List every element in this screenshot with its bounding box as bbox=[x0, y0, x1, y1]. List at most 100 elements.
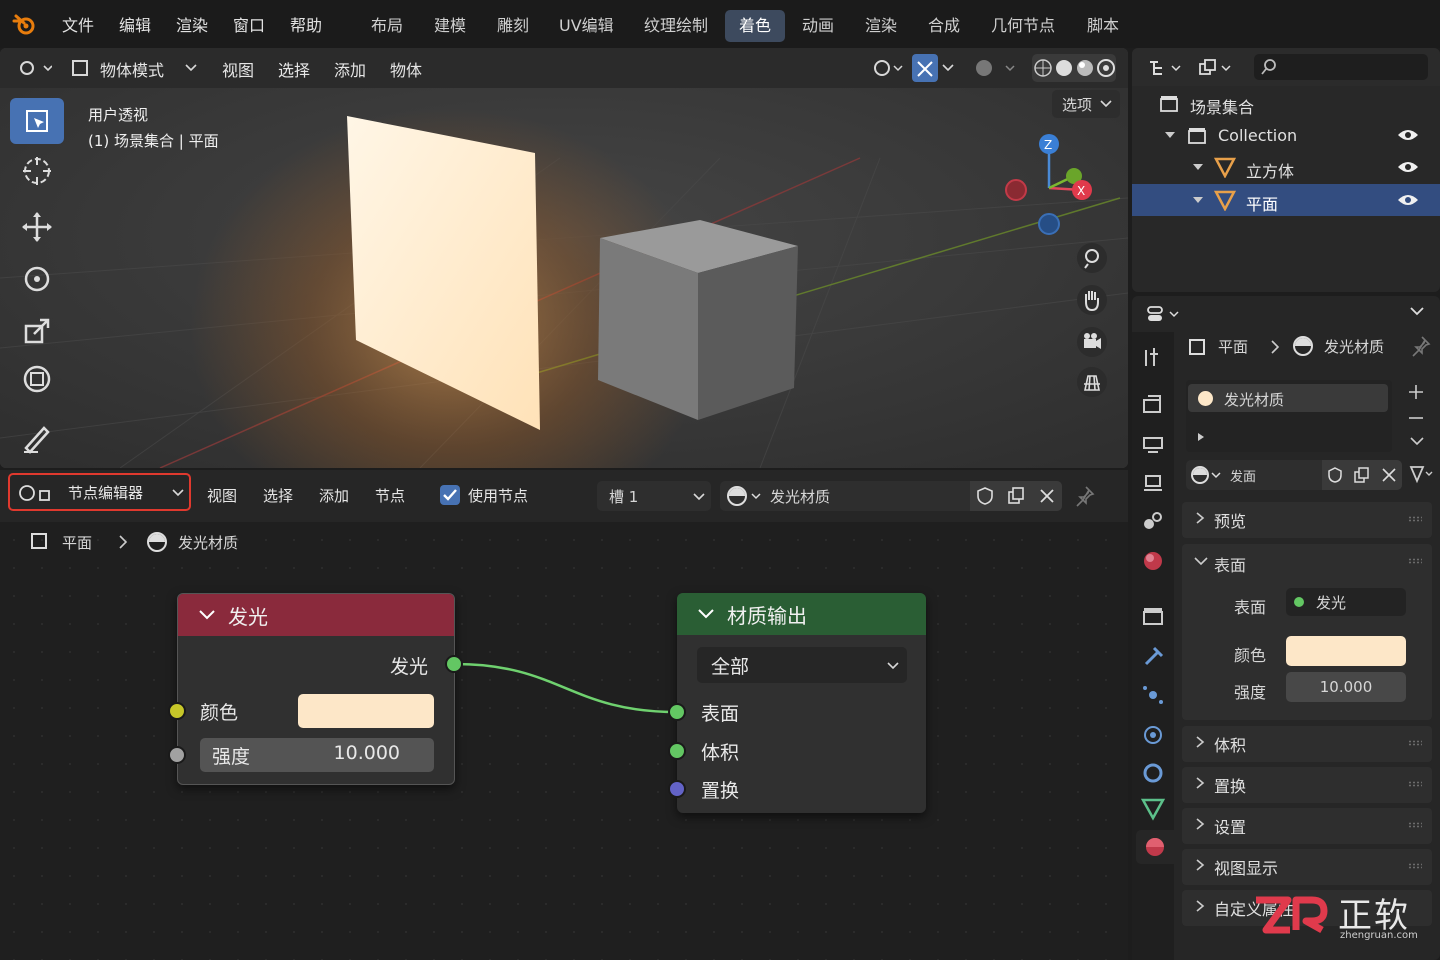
outliner-editor-icon[interactable] bbox=[1146, 56, 1184, 80]
physics-tab-icon[interactable] bbox=[1140, 722, 1166, 748]
scale-tool[interactable] bbox=[10, 308, 64, 354]
3d-viewport[interactable]: 物体模式 视图 选择 添加 物体 选项 用户透视 (1) 场景集合 | 平面 Z… bbox=[0, 48, 1128, 468]
tab-layout[interactable]: 布局 bbox=[357, 10, 417, 42]
viewport-menu-object[interactable]: 物体 bbox=[390, 57, 422, 81]
drag-grip-icon[interactable] bbox=[1408, 558, 1422, 564]
datablock-name[interactable]: 发面 bbox=[1230, 466, 1256, 485]
viewport-menu-view[interactable]: 视图 bbox=[222, 57, 254, 81]
emission-node[interactable]: 发光 发光 颜色 强度 10.000 bbox=[177, 593, 455, 785]
list-expand-arrow-icon[interactable] bbox=[1196, 432, 1206, 442]
surface-shader-field[interactable]: 发光 bbox=[1286, 588, 1406, 616]
properties-editor-icon[interactable] bbox=[1144, 302, 1184, 326]
drag-grip-icon[interactable] bbox=[1408, 822, 1422, 828]
material-slot-row[interactable]: 发光材质 bbox=[1188, 384, 1388, 412]
close-icon[interactable] bbox=[1380, 466, 1398, 484]
props-color-swatch[interactable] bbox=[1286, 636, 1406, 666]
outliner-search-input[interactable] bbox=[1254, 54, 1428, 80]
link-mode-icon[interactable] bbox=[1408, 464, 1434, 486]
chevron-down-icon[interactable] bbox=[697, 608, 715, 620]
surface-input-socket[interactable] bbox=[668, 703, 686, 721]
properties-editor[interactable]: 平面 发光材质 发光材质 发面 预览 表面 表面 发光 颜色 强度 10.000… bbox=[1132, 296, 1440, 960]
collection-tab-icon[interactable] bbox=[1140, 604, 1166, 630]
pan-hand-icon[interactable] bbox=[1076, 284, 1108, 316]
navigation-gizmo[interactable]: Z X bbox=[996, 128, 1106, 238]
display-mode-icon[interactable] bbox=[1196, 56, 1234, 80]
zoom-icon[interactable] bbox=[1076, 242, 1108, 274]
editor-type-icon[interactable] bbox=[16, 56, 52, 80]
perspective-grid-icon[interactable] bbox=[1076, 366, 1108, 398]
tab-modeling[interactable]: 建模 bbox=[420, 10, 480, 42]
select-box-tool[interactable] bbox=[10, 98, 64, 144]
expand-arrow-icon[interactable] bbox=[1192, 195, 1204, 205]
outliner-row-plane[interactable]: 平面 bbox=[1132, 184, 1440, 216]
panel-displacement[interactable]: 置换 bbox=[1182, 767, 1432, 803]
scene-tab-icon[interactable] bbox=[1140, 508, 1166, 534]
output-node-header[interactable]: 材质输出 bbox=[677, 593, 926, 635]
emission-output-socket[interactable] bbox=[445, 655, 463, 673]
drag-grip-icon[interactable] bbox=[1408, 516, 1422, 522]
material-browse-icon[interactable] bbox=[1190, 464, 1224, 486]
tab-rendering[interactable]: 渲染 bbox=[851, 10, 911, 42]
tab-uv-editing[interactable]: UV编辑 bbox=[545, 10, 628, 42]
visibility-icon[interactable] bbox=[870, 56, 904, 80]
object-mode-dropdown[interactable]: 物体模式 bbox=[100, 57, 164, 81]
render-tab-icon[interactable] bbox=[1140, 392, 1166, 418]
annotate-tool[interactable] bbox=[10, 414, 64, 460]
menu-file[interactable]: 文件 bbox=[62, 12, 94, 36]
material-output-node[interactable]: 材质输出 全部 表面 体积 置换 bbox=[677, 593, 926, 813]
add-slot-icon[interactable] bbox=[1406, 382, 1426, 402]
eye-icon[interactable] bbox=[1396, 127, 1420, 143]
rendered-shading-icon[interactable] bbox=[1096, 58, 1116, 78]
duplicate-icon[interactable] bbox=[1353, 466, 1371, 484]
panel-preview[interactable]: 预览 bbox=[1182, 502, 1432, 538]
camera-view-icon[interactable] bbox=[1076, 326, 1108, 358]
expand-arrow-icon[interactable] bbox=[1164, 130, 1176, 140]
particles-tab-icon[interactable] bbox=[1140, 682, 1166, 708]
panel-surface-header[interactable]: 表面 bbox=[1182, 544, 1432, 580]
drag-grip-icon[interactable] bbox=[1408, 740, 1422, 746]
node-editor[interactable]: 节点编辑器 视图 选择 添加 节点 使用节点 槽 1 发光材质 平面 发光材质 … bbox=[0, 470, 1128, 960]
cursor-tool[interactable] bbox=[10, 148, 64, 194]
tool-tab-icon[interactable] bbox=[1140, 344, 1166, 370]
outliner-row-scene-collection[interactable]: 场景集合 bbox=[1132, 88, 1440, 118]
menu-edit[interactable]: 编辑 bbox=[119, 12, 151, 36]
menu-render[interactable]: 渲染 bbox=[176, 12, 208, 36]
menu-window[interactable]: 窗口 bbox=[233, 12, 265, 36]
outliner-row-cube[interactable]: 立方体 bbox=[1132, 152, 1440, 182]
options-dropdown[interactable]: 选项 bbox=[1052, 90, 1120, 118]
tab-shading[interactable]: 着色 bbox=[725, 10, 786, 42]
tab-sculpting[interactable]: 雕刻 bbox=[483, 10, 543, 42]
chevron-down-icon[interactable] bbox=[942, 63, 954, 73]
transform-tool[interactable] bbox=[10, 356, 64, 402]
tab-compositing[interactable]: 合成 bbox=[914, 10, 974, 42]
remove-slot-icon[interactable] bbox=[1406, 408, 1426, 428]
drag-grip-icon[interactable] bbox=[1408, 781, 1422, 787]
tab-animation[interactable]: 动画 bbox=[788, 10, 848, 42]
modifier-tab-icon[interactable] bbox=[1140, 644, 1166, 670]
color-input-socket[interactable] bbox=[168, 702, 186, 720]
tab-scripting[interactable]: 脚本 bbox=[1073, 10, 1133, 42]
emission-color-swatch[interactable] bbox=[298, 694, 434, 728]
emission-strength-field[interactable]: 强度 10.000 bbox=[200, 738, 434, 772]
expand-arrow-icon[interactable] bbox=[1192, 162, 1204, 172]
material-tab[interactable] bbox=[1136, 830, 1174, 864]
volume-input-socket[interactable] bbox=[668, 742, 686, 760]
eye-icon[interactable] bbox=[1396, 192, 1420, 208]
world-tab-icon[interactable] bbox=[1140, 548, 1166, 574]
props-strength-field[interactable]: 10.000 bbox=[1286, 672, 1406, 702]
solid-shading-icon[interactable] bbox=[1054, 58, 1074, 78]
chevron-down-icon[interactable] bbox=[1410, 436, 1424, 448]
emission-node-header[interactable]: 发光 bbox=[178, 594, 454, 636]
menu-help[interactable]: 帮助 bbox=[290, 12, 322, 36]
displacement-input-socket[interactable] bbox=[668, 780, 686, 798]
viewport-menu-select[interactable]: 选择 bbox=[278, 57, 310, 81]
data-tab-icon[interactable] bbox=[1140, 796, 1166, 822]
viewport-menu-add[interactable]: 添加 bbox=[334, 57, 366, 81]
tab-geometry-nodes[interactable]: 几何节点 bbox=[977, 10, 1069, 42]
eye-icon[interactable] bbox=[1396, 159, 1420, 175]
drag-grip-icon[interactable] bbox=[1408, 863, 1422, 869]
panel-settings[interactable]: 设置 bbox=[1182, 808, 1432, 844]
output-tab-icon[interactable] bbox=[1140, 432, 1166, 458]
constraints-tab-icon[interactable] bbox=[1140, 760, 1166, 786]
view-layer-tab-icon[interactable] bbox=[1140, 470, 1166, 496]
